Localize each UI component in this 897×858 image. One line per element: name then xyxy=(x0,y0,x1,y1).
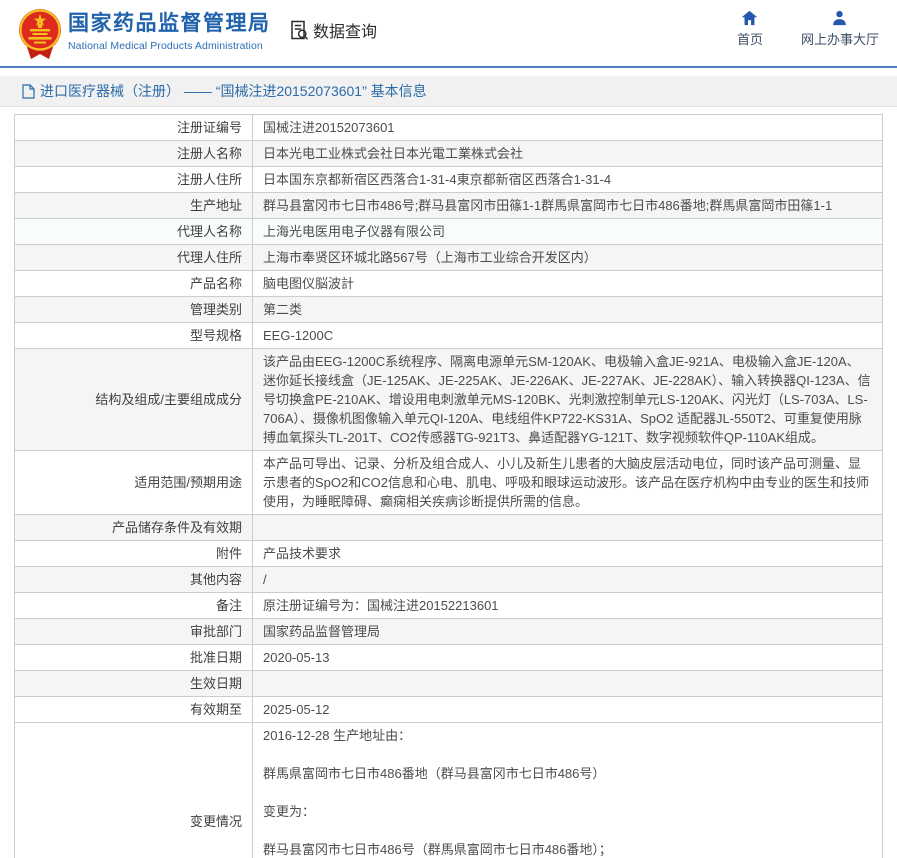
field-label: 有效期至 xyxy=(15,697,253,723)
field-value: 原注册证编号为：国械注进20152213601 xyxy=(253,593,883,619)
field-label: 代理人住所 xyxy=(15,245,253,271)
field-value xyxy=(253,515,883,541)
field-value xyxy=(253,671,883,697)
breadcrumb-text: 进口医疗器械（注册） —— “国械注进20152073601” 基本信息 xyxy=(40,81,427,101)
nav-item-label: 首页 xyxy=(737,29,763,48)
table-row: 生效日期 xyxy=(15,671,883,697)
field-label: 审批部门 xyxy=(15,619,253,645)
home-icon xyxy=(741,10,758,26)
table-row: 注册证编号 国械注进20152073601 xyxy=(15,115,883,141)
nav-item-service-hall[interactable]: 网上办事大厅 xyxy=(801,10,879,48)
field-label: 型号规格 xyxy=(15,323,253,349)
site-header: 国家药品监督管理局 National Medical Products Admi… xyxy=(0,0,897,68)
site-title: 国家药品监督管理局 xyxy=(68,11,271,37)
field-label: 注册人名称 xyxy=(15,141,253,167)
field-value: 产品技术要求 xyxy=(253,541,883,567)
field-value: 群马县富冈市七日市486号;群马县富冈市田篠1-1群馬県富岡市七日市486番地;… xyxy=(253,193,883,219)
field-value: 2025-05-12 xyxy=(253,697,883,723)
table-row: 产品储存条件及有效期 xyxy=(15,515,883,541)
table-row: 备注 原注册证编号为：国械注进20152213601 xyxy=(15,593,883,619)
doc-search-icon xyxy=(288,19,310,41)
field-value: 上海市奉贤区环城北路567号（上海市工业综合开发区内） xyxy=(253,245,883,271)
field-label: 产品储存条件及有效期 xyxy=(15,515,253,541)
table-row: 代理人名称 上海光电医用电子仪器有限公司 xyxy=(15,219,883,245)
table-row: 适用范围/预期用途 本产品可导出、记录、分析及组合成人、小儿及新生儿患者的大脑皮… xyxy=(15,451,883,515)
field-value: 该产品由EEG-1200C系统程序、隔离电源单元SM-120AK、电极输入盒JE… xyxy=(253,349,883,451)
field-label: 注册人住所 xyxy=(15,167,253,193)
field-value: / xyxy=(253,567,883,593)
field-value: 日本光电工业株式会社日本光電工業株式会社 xyxy=(253,141,883,167)
field-value: 2016-12-28 生产地址由： 群馬県富岡市七日市486番地（群马县富冈市七… xyxy=(253,723,883,858)
field-label: 代理人名称 xyxy=(15,219,253,245)
table-row: 型号规格 EEG-1200C xyxy=(15,323,883,349)
field-label: 注册证编号 xyxy=(15,115,253,141)
data-query-label: 数据查询 xyxy=(313,18,377,42)
document-icon xyxy=(22,84,35,99)
field-value: 国械注进20152073601 xyxy=(253,115,883,141)
table-row: 其他内容 / xyxy=(15,567,883,593)
national-emblem-logo[interactable] xyxy=(15,7,65,61)
table-row: 注册人名称 日本光电工业株式会社日本光電工業株式会社 xyxy=(15,141,883,167)
field-value: 本产品可导出、记录、分析及组合成人、小儿及新生儿患者的大脑皮层活动电位，同时该产… xyxy=(253,451,883,515)
table-row: 结构及组成/主要组成成分 该产品由EEG-1200C系统程序、隔离电源单元SM-… xyxy=(15,349,883,451)
person-icon xyxy=(831,10,848,26)
field-label: 产品名称 xyxy=(15,271,253,297)
breadcrumb: 进口医疗器械（注册） —— “国械注进20152073601” 基本信息 xyxy=(0,76,897,107)
top-nav: 首页 网上办事大厅 xyxy=(737,10,879,48)
nav-item-home[interactable]: 首页 xyxy=(737,10,763,48)
national-emblem-icon xyxy=(15,7,65,61)
table-row: 代理人住所 上海市奉贤区环城北路567号（上海市工业综合开发区内） xyxy=(15,245,883,271)
field-label: 结构及组成/主要组成成分 xyxy=(15,349,253,451)
field-value: 日本国东京都新宿区西落合1-31-4東京都新宿区西落合1-31-4 xyxy=(253,167,883,193)
field-value: 脑电图仪脳波計 xyxy=(253,271,883,297)
field-value: 国家药品监督管理局 xyxy=(253,619,883,645)
nav-item-label: 网上办事大厅 xyxy=(801,29,879,48)
field-label: 批准日期 xyxy=(15,645,253,671)
field-label: 生效日期 xyxy=(15,671,253,697)
table-row: 审批部门 国家药品监督管理局 xyxy=(15,619,883,645)
field-label: 生产地址 xyxy=(15,193,253,219)
table-row: 有效期至 2025-05-12 xyxy=(15,697,883,723)
field-label: 备注 xyxy=(15,593,253,619)
field-value: 上海光电医用电子仪器有限公司 xyxy=(253,219,883,245)
field-label: 附件 xyxy=(15,541,253,567)
field-value: EEG-1200C xyxy=(253,323,883,349)
table-row: 批准日期 2020-05-13 xyxy=(15,645,883,671)
registration-info-table: 注册证编号 国械注进20152073601 注册人名称 日本光电工业株式会社日本… xyxy=(14,114,883,858)
table-row: 注册人住所 日本国东京都新宿区西落合1-31-4東京都新宿区西落合1-31-4 xyxy=(15,167,883,193)
field-value: 第二类 xyxy=(253,297,883,323)
table-row: 附件 产品技术要求 xyxy=(15,541,883,567)
field-label: 其他内容 xyxy=(15,567,253,593)
field-label: 变更情况 xyxy=(15,723,253,858)
brand-block: 国家药品监督管理局 National Medical Products Admi… xyxy=(68,11,271,52)
table-row: 生产地址 群马县富冈市七日市486号;群马县富冈市田篠1-1群馬県富岡市七日市4… xyxy=(15,193,883,219)
field-label: 适用范围/预期用途 xyxy=(15,451,253,515)
table-row: 变更情况 2016-12-28 生产地址由： 群馬県富岡市七日市486番地（群马… xyxy=(15,723,883,858)
field-value: 2020-05-13 xyxy=(253,645,883,671)
table-row: 管理类别 第二类 xyxy=(15,297,883,323)
table-row: 产品名称 脑电图仪脳波計 xyxy=(15,271,883,297)
site-subtitle: National Medical Products Administration xyxy=(68,40,271,52)
field-label: 管理类别 xyxy=(15,297,253,323)
data-query-link[interactable]: 数据查询 xyxy=(288,18,377,42)
